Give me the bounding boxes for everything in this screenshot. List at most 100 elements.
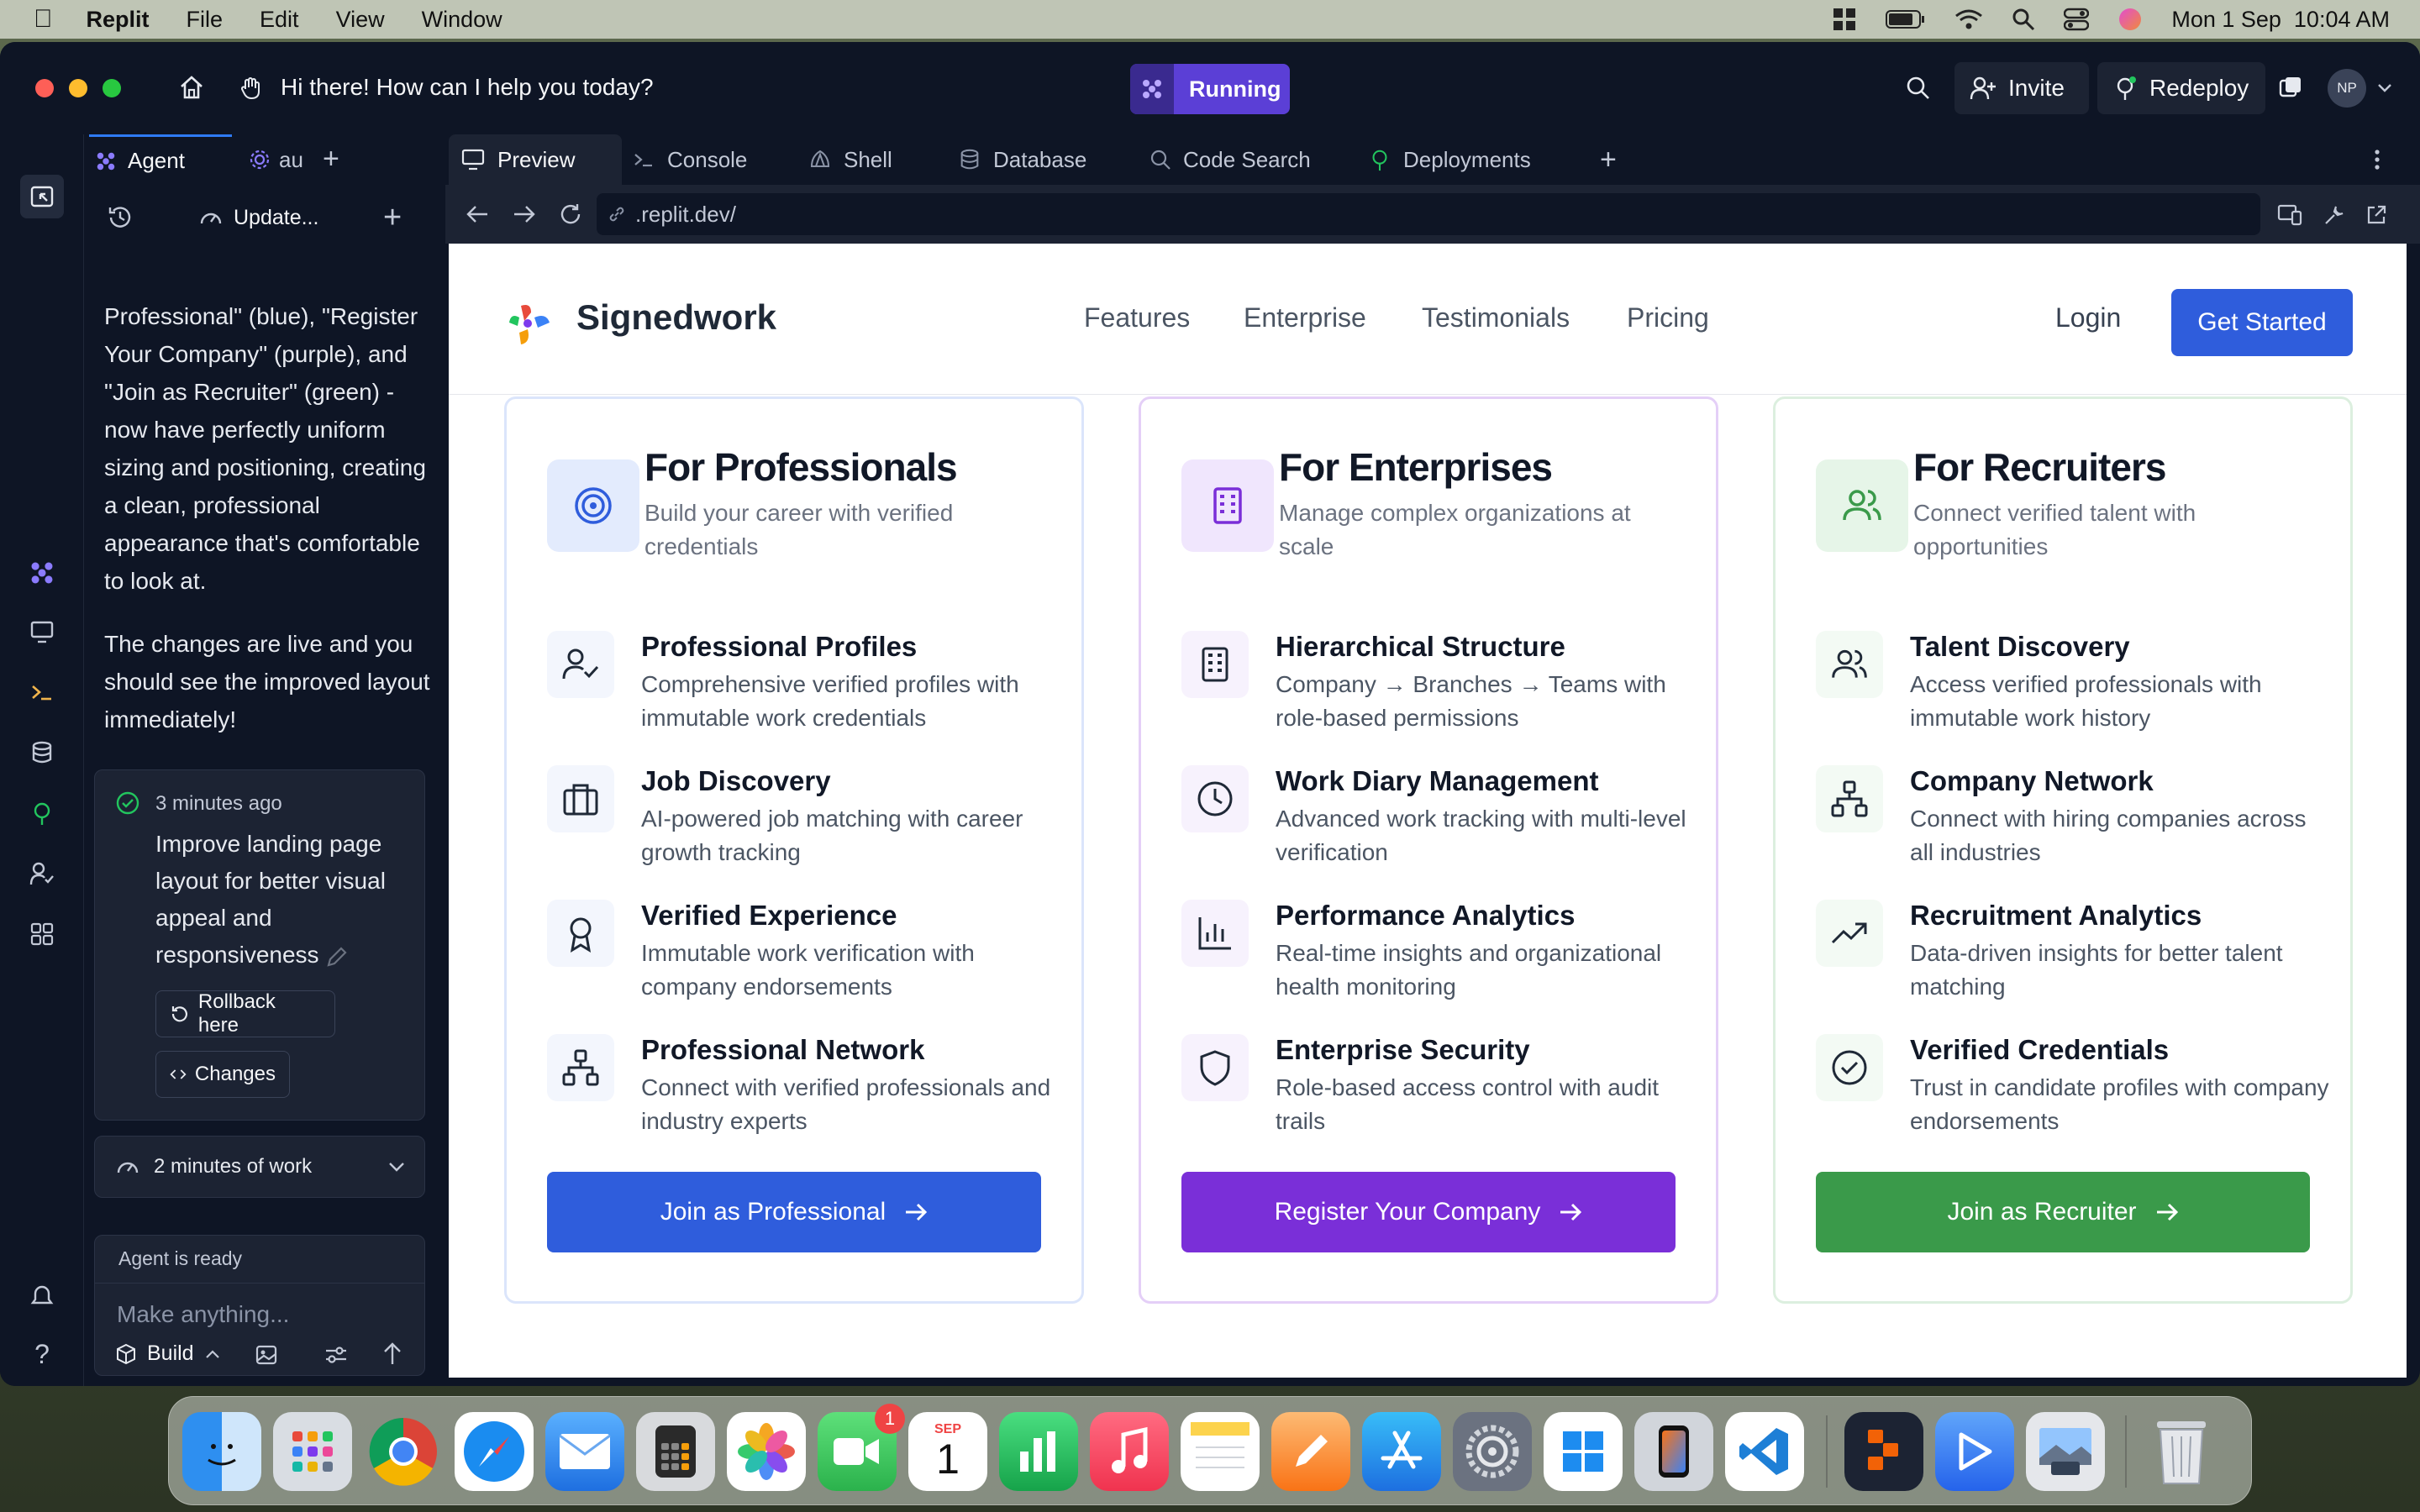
photos-icon[interactable]: [727, 1412, 806, 1491]
url-field[interactable]: .replit.dev/: [597, 193, 2260, 235]
menu-file[interactable]: File: [187, 7, 224, 33]
tab-deployments[interactable]: Deployments: [1368, 134, 1531, 185]
database-icon[interactable]: [24, 734, 60, 771]
console-icon[interactable]: [24, 674, 60, 711]
alerts-icon[interactable]: [24, 1277, 60, 1314]
preview-app-icon[interactable]: [2026, 1412, 2105, 1491]
user-check-icon[interactable]: [24, 855, 60, 892]
tab-shell[interactable]: Shell: [808, 134, 892, 185]
trash-icon[interactable]: [2142, 1412, 2221, 1491]
deployments-icon[interactable]: [24, 795, 60, 832]
avatar[interactable]: NP: [2328, 69, 2366, 108]
split-view-icon[interactable]: [2279, 76, 2302, 99]
preview-icon[interactable]: [24, 613, 60, 650]
tab-agent[interactable]: Agent: [89, 134, 232, 185]
minimize-window-button[interactable]: [69, 79, 87, 97]
chrome-icon[interactable]: [364, 1412, 443, 1491]
new-chat-button[interactable]: +: [383, 200, 402, 236]
redeploy-label: Redeploy: [2149, 75, 2249, 101]
zoom-window-button[interactable]: [103, 79, 121, 97]
tab-deployments-label: Deployments: [1403, 146, 1531, 172]
apple-icon[interactable]: : [34, 5, 53, 34]
devtools-wrench-icon[interactable]: [2323, 203, 2346, 227]
clock-datetime[interactable]: Mon 1 Sep 10:04 AM: [2171, 7, 2390, 33]
refresh-icon[interactable]: [558, 202, 583, 227]
card-subtitle: Build your career with verified credenti…: [644, 500, 954, 559]
devices-icon[interactable]: [2277, 203, 2302, 227]
windows-app-icon[interactable]: [1544, 1412, 1623, 1491]
nav-enterprise[interactable]: Enterprise: [1244, 302, 1366, 333]
numbers-icon[interactable]: [999, 1412, 1078, 1491]
tab-database[interactable]: Database: [958, 134, 1086, 185]
window-grid-icon[interactable]: [1832, 7, 1857, 32]
agent-greeting[interactable]: Hi there! How can I help you today?: [281, 74, 654, 101]
back-arrow-icon[interactable]: [466, 203, 489, 225]
battery-icon[interactable]: [1886, 9, 1926, 29]
add-tab-button[interactable]: +: [1600, 134, 1617, 185]
toggle-panel-icon[interactable]: [20, 175, 64, 218]
tab-console[interactable]: Console: [632, 134, 747, 185]
register-company-button[interactable]: Register Your Company: [1181, 1172, 1676, 1252]
menu-window[interactable]: Window: [422, 7, 502, 33]
run-status-button[interactable]: Running: [1130, 64, 1290, 114]
search-icon[interactable]: [2012, 8, 2035, 31]
nav-testimonials[interactable]: Testimonials: [1422, 302, 1570, 333]
safari-icon[interactable]: [455, 1412, 534, 1491]
image-upload-icon[interactable]: [255, 1343, 278, 1367]
more-options-icon[interactable]: [2373, 134, 2381, 185]
edit-pencil-icon[interactable]: [325, 945, 349, 969]
close-window-button[interactable]: [35, 79, 54, 97]
new-tab-button[interactable]: +: [323, 144, 339, 173]
screen-share-icon[interactable]: [1935, 1412, 2014, 1491]
apps-grid-icon[interactable]: [24, 916, 60, 953]
open-external-icon[interactable]: [2365, 203, 2388, 227]
tab-secondary[interactable]: au: [249, 134, 316, 185]
brand-logo-icon[interactable]: [506, 301, 553, 348]
mail-icon[interactable]: [545, 1412, 624, 1491]
settings-sliders-icon[interactable]: [324, 1343, 349, 1367]
control-center-icon[interactable]: [2064, 8, 2090, 31]
finder-icon[interactable]: [182, 1412, 261, 1491]
menu-app-name[interactable]: Replit: [87, 7, 150, 33]
work-summary[interactable]: 2 minutes of work: [94, 1136, 425, 1198]
login-link[interactable]: Login: [2055, 302, 2121, 333]
changes-button[interactable]: Changes: [155, 1051, 290, 1098]
app-store-icon[interactable]: [1362, 1412, 1441, 1491]
wifi-icon[interactable]: [1954, 8, 1983, 30]
help-icon[interactable]: ?: [24, 1336, 60, 1373]
replit-app-icon[interactable]: [1844, 1412, 1923, 1491]
home-icon[interactable]: [178, 74, 205, 101]
join-recruiter-button[interactable]: Join as Recruiter: [1816, 1172, 2310, 1252]
calculator-icon[interactable]: [636, 1412, 715, 1491]
siri-icon[interactable]: [2118, 7, 2143, 32]
system-settings-icon[interactable]: [1453, 1412, 1532, 1491]
tab-preview[interactable]: Preview: [449, 134, 622, 185]
forward-arrow-icon[interactable]: [513, 203, 536, 225]
send-arrow-icon[interactable]: [381, 1341, 404, 1367]
launchpad-icon[interactable]: [273, 1412, 352, 1491]
search-icon[interactable]: [1906, 76, 1931, 101]
update-status[interactable]: Update...: [198, 205, 318, 230]
build-mode-button[interactable]: Build: [115, 1341, 221, 1366]
invite-button[interactable]: Invite: [1954, 62, 2089, 114]
join-professional-button[interactable]: Join as Professional: [547, 1172, 1041, 1252]
notes-icon[interactable]: [1181, 1412, 1260, 1491]
pages-icon[interactable]: [1271, 1412, 1350, 1491]
iphone-mirroring-icon[interactable]: [1634, 1412, 1713, 1491]
nav-features[interactable]: Features: [1084, 302, 1190, 333]
menu-view[interactable]: View: [336, 7, 385, 33]
agent-input-field[interactable]: Make anything...: [117, 1301, 289, 1328]
music-icon[interactable]: [1090, 1412, 1169, 1491]
vscode-icon[interactable]: [1725, 1412, 1804, 1491]
nav-pricing[interactable]: Pricing: [1627, 302, 1709, 333]
redeploy-button[interactable]: Redeploy: [2097, 62, 2265, 114]
account-chevron-icon[interactable]: [2376, 82, 2393, 94]
rollback-button[interactable]: Rollback here: [155, 990, 335, 1037]
menu-edit[interactable]: Edit: [260, 7, 299, 33]
brand-name[interactable]: Signedwork: [576, 297, 776, 338]
calendar-icon[interactable]: SEP 1: [908, 1412, 987, 1491]
get-started-button[interactable]: Get Started: [2171, 289, 2353, 356]
agent-icon[interactable]: [24, 554, 60, 591]
history-icon[interactable]: [106, 203, 134, 232]
tab-code-search[interactable]: Code Search: [1150, 134, 1311, 185]
